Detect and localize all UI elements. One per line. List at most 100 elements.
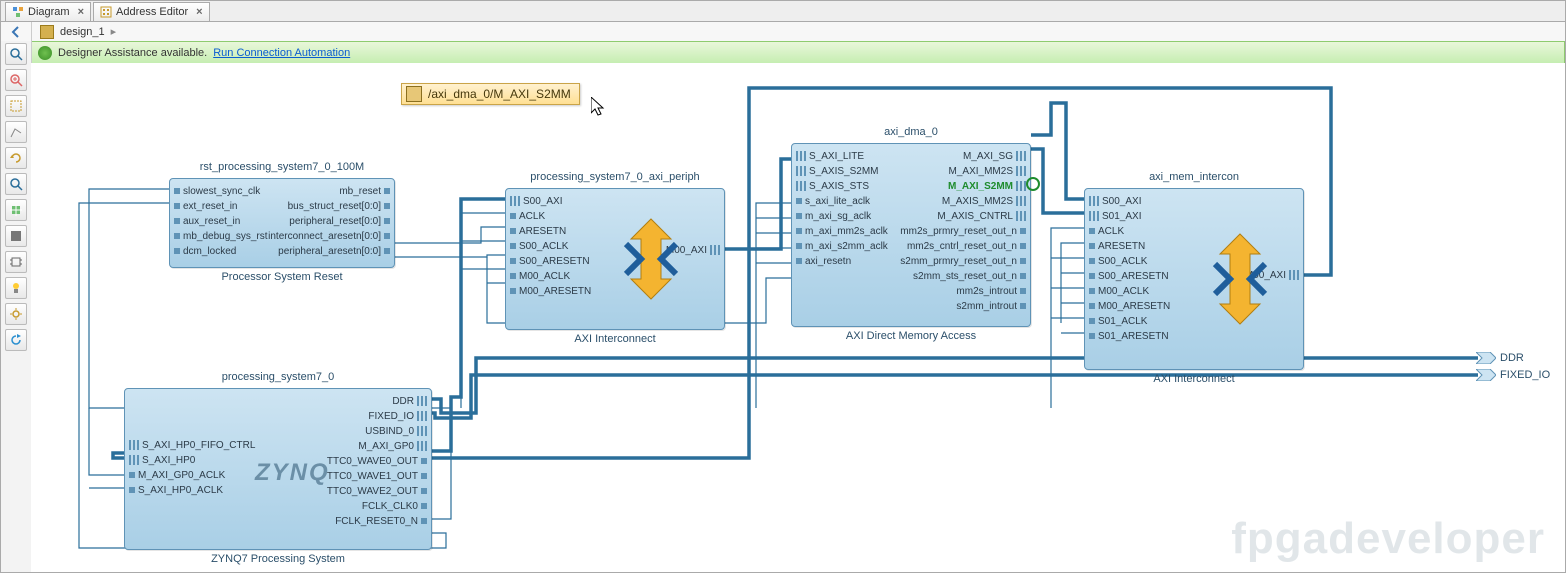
settings-button[interactable] bbox=[5, 303, 27, 325]
block-title: axi_mem_intercon bbox=[1085, 171, 1303, 183]
validate-button[interactable] bbox=[5, 225, 27, 247]
port[interactable]: aux_reset_in bbox=[174, 215, 268, 228]
port[interactable]: TTC0_WAVE0_OUT bbox=[327, 455, 427, 468]
port[interactable]: mm2s_prmry_reset_out_n bbox=[900, 225, 1026, 238]
port[interactable]: s2mm_prmry_reset_out_n bbox=[900, 255, 1026, 268]
port[interactable]: peripheral_aresetn[0:0] bbox=[268, 245, 390, 258]
block-axi-periph[interactable]: processing_system7_0_axi_periph S00_AXI … bbox=[505, 188, 725, 330]
magnify-button[interactable] bbox=[5, 173, 27, 195]
port[interactable]: S01_AXI bbox=[1089, 210, 1170, 223]
breadcrumb[interactable]: design_1 ▸ bbox=[32, 25, 124, 39]
vertical-toolbar bbox=[1, 41, 32, 572]
port[interactable]: DDR bbox=[327, 395, 427, 408]
port[interactable]: ACLK bbox=[510, 210, 591, 223]
port[interactable]: FCLK_RESET0_N bbox=[327, 515, 427, 528]
port[interactable]: mm2s_introut bbox=[900, 285, 1026, 298]
select-tool-button[interactable] bbox=[5, 95, 27, 117]
port[interactable]: interconnect_aresetn[0:0] bbox=[268, 230, 390, 243]
toolbar-back-button[interactable] bbox=[1, 22, 32, 41]
port[interactable]: ext_reset_in bbox=[174, 200, 268, 213]
external-port-fixed-io[interactable]: FIXED_IO bbox=[1476, 369, 1550, 381]
port[interactable]: ARESETN bbox=[510, 225, 591, 238]
port[interactable]: S00_ACLK bbox=[510, 240, 591, 253]
interconnect-icon bbox=[616, 214, 686, 304]
port[interactable]: M_AXI_MM2S bbox=[900, 165, 1026, 178]
port[interactable]: s2mm_sts_reset_out_n bbox=[900, 270, 1026, 283]
port[interactable]: M_AXIS_MM2S bbox=[900, 195, 1026, 208]
connect-tool-button[interactable] bbox=[5, 121, 27, 143]
port[interactable]: ARESETN bbox=[1089, 240, 1170, 253]
block-type: AXI Interconnect bbox=[1085, 373, 1303, 385]
port[interactable]: M00_ARESETN bbox=[510, 285, 591, 298]
block-design-canvas[interactable]: rst_processing_system7_0_100M slowest_sy… bbox=[31, 63, 1565, 572]
port[interactable]: m_axi_s2mm_aclk bbox=[796, 240, 888, 253]
refresh-button[interactable] bbox=[5, 329, 27, 351]
block-type: ZYNQ7 Processing System bbox=[125, 553, 431, 565]
port[interactable]: S00_ARESETN bbox=[1089, 270, 1170, 283]
zynq-logo: ZYNQ bbox=[255, 459, 330, 487]
breadcrumb-bar: design_1 ▸ bbox=[1, 22, 1565, 42]
mouse-cursor-icon bbox=[591, 97, 607, 117]
port[interactable]: m_axi_mm2s_aclk bbox=[796, 225, 888, 238]
port[interactable]: M00_ACLK bbox=[510, 270, 591, 283]
port[interactable]: axi_resetn bbox=[796, 255, 888, 268]
port[interactable]: mb_debug_sys_rst bbox=[174, 230, 268, 243]
port[interactable]: S01_ACLK bbox=[1089, 315, 1170, 328]
port[interactable]: S_AXI_HP0_ACLK bbox=[129, 484, 255, 497]
port[interactable]: s2mm_introut bbox=[900, 300, 1026, 313]
port-label: FIXED_IO bbox=[1500, 369, 1550, 381]
port[interactable]: slowest_sync_clk bbox=[174, 185, 268, 198]
port[interactable]: bus_struct_reset[0:0] bbox=[268, 200, 390, 213]
tab-bar: Diagram × Address Editor × bbox=[1, 1, 1565, 22]
port[interactable]: S00_AXI bbox=[510, 195, 591, 208]
port[interactable]: M_AXI_GP0_ACLK bbox=[129, 469, 255, 482]
port[interactable]: peripheral_reset[0:0] bbox=[268, 215, 390, 228]
tab-diagram[interactable]: Diagram × bbox=[5, 2, 91, 21]
port[interactable]: S_AXI_HP0 bbox=[129, 454, 255, 467]
highlight-button[interactable] bbox=[5, 277, 27, 299]
port[interactable]: S00_ARESETN bbox=[510, 255, 591, 268]
port[interactable]: TTC0_WAVE2_OUT bbox=[327, 485, 427, 498]
port[interactable]: S_AXI_HP0_FIFO_CTRL bbox=[129, 439, 255, 452]
port-m-axi-s2mm[interactable]: M_AXI_S2MM bbox=[900, 180, 1026, 193]
port[interactable]: mm2s_cntrl_reset_out_n bbox=[900, 240, 1026, 253]
port[interactable]: M_AXI_GP0 bbox=[327, 440, 427, 453]
port[interactable]: FIXED_IO bbox=[327, 410, 427, 423]
block-axi-dma[interactable]: axi_dma_0 S_AXI_LITE S_AXIS_S2MM S_AXIS_… bbox=[791, 143, 1031, 327]
port[interactable]: M_AXI_SG bbox=[900, 150, 1026, 163]
port[interactable]: M_AXIS_CNTRL bbox=[900, 210, 1026, 223]
port[interactable]: S_AXIS_STS bbox=[796, 180, 888, 193]
port[interactable]: S_AXIS_S2MM bbox=[796, 165, 888, 178]
close-icon[interactable]: × bbox=[78, 6, 84, 18]
port[interactable]: TTC0_WAVE1_OUT bbox=[327, 470, 427, 483]
zoom-fit-button[interactable] bbox=[5, 43, 27, 65]
diagram-icon bbox=[12, 6, 24, 18]
port[interactable]: s_axi_lite_aclk bbox=[796, 195, 888, 208]
port[interactable]: dcm_locked bbox=[174, 245, 268, 258]
port[interactable]: mb_reset bbox=[268, 185, 390, 198]
zoom-in-button[interactable] bbox=[5, 69, 27, 91]
port[interactable]: m_axi_sg_aclk bbox=[796, 210, 888, 223]
block-type: Processor System Reset bbox=[170, 271, 394, 283]
port[interactable]: S00_AXI bbox=[1089, 195, 1170, 208]
port[interactable]: USBIND_0 bbox=[327, 425, 427, 438]
rotate-tool-button[interactable] bbox=[5, 147, 27, 169]
port[interactable]: S01_ARESETN bbox=[1089, 330, 1170, 343]
port[interactable]: ACLK bbox=[1089, 225, 1170, 238]
port[interactable]: M00_ARESETN bbox=[1089, 300, 1170, 313]
block-axi-mem-intercon[interactable]: axi_mem_intercon S00_AXI S01_AXI ACLK AR… bbox=[1084, 188, 1304, 370]
block-rst-processing-system7[interactable]: rst_processing_system7_0_100M slowest_sy… bbox=[169, 178, 395, 268]
port[interactable]: FCLK_CLK0 bbox=[327, 500, 427, 513]
run-connection-automation-link[interactable]: Run Connection Automation bbox=[213, 47, 350, 59]
external-port-ddr[interactable]: DDR bbox=[1476, 352, 1524, 364]
ip-chip-button[interactable] bbox=[5, 251, 27, 273]
close-icon[interactable]: × bbox=[196, 6, 202, 18]
port[interactable]: S_AXI_LITE bbox=[796, 150, 888, 163]
add-ip-button[interactable] bbox=[5, 199, 27, 221]
block-title: processing_system7_0 bbox=[125, 371, 431, 383]
port[interactable]: M00_ACLK bbox=[1089, 285, 1170, 298]
block-processing-system7[interactable]: processing_system7_0 S_AXI_HP0_FIFO_CTRL… bbox=[124, 388, 432, 550]
tab-address-editor[interactable]: Address Editor × bbox=[93, 2, 210, 21]
port[interactable]: S00_ACLK bbox=[1089, 255, 1170, 268]
port-label: DDR bbox=[1500, 352, 1524, 364]
